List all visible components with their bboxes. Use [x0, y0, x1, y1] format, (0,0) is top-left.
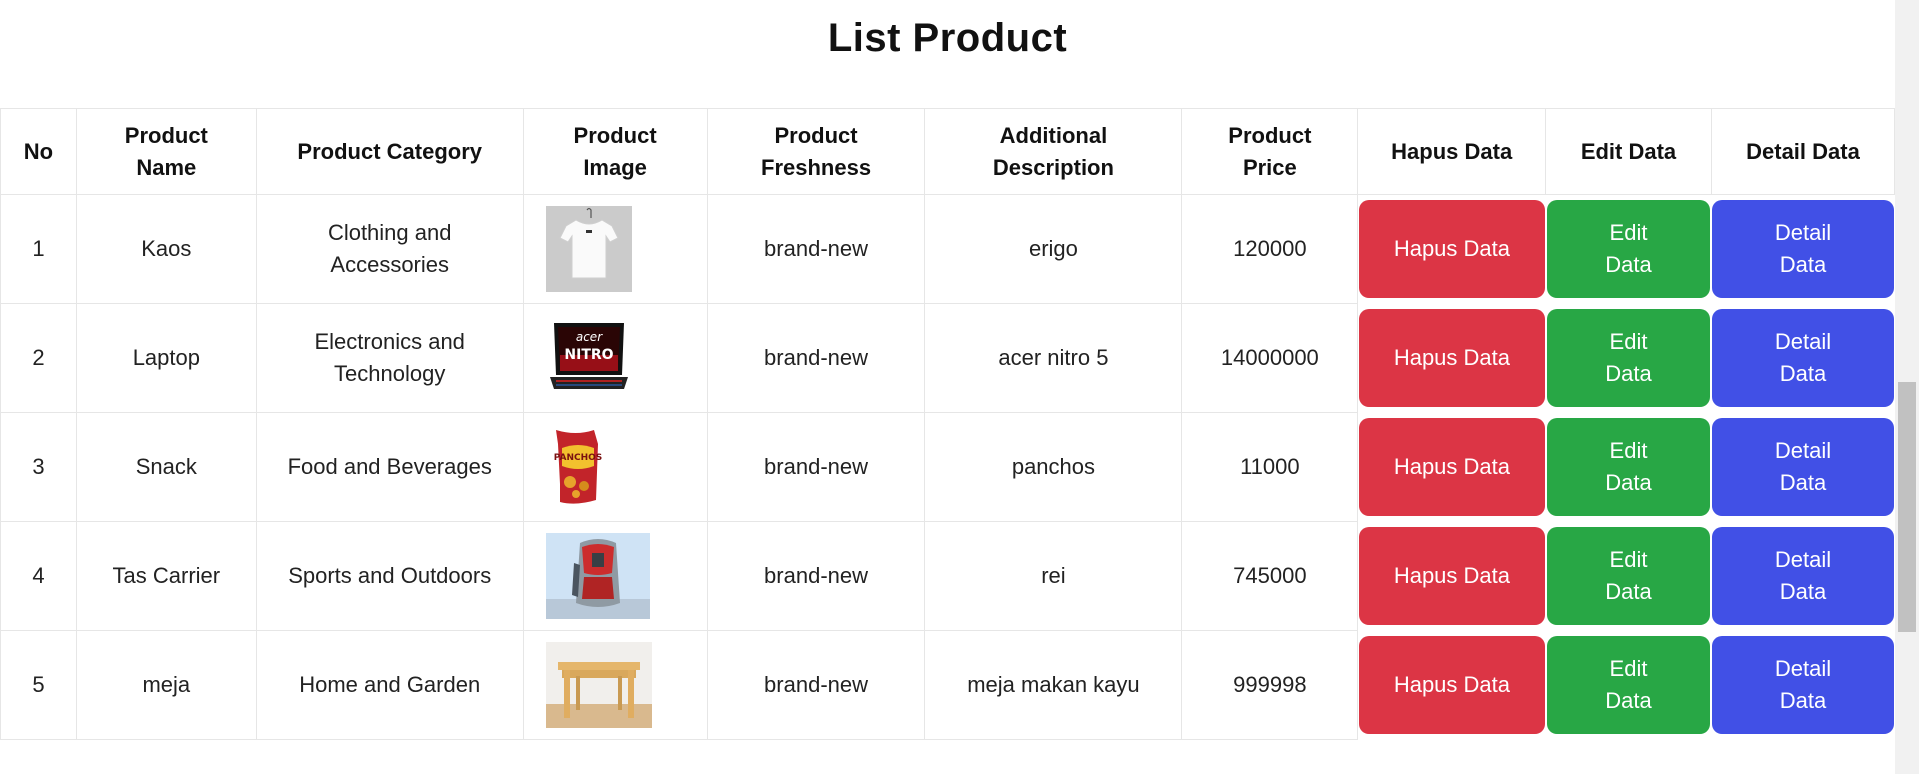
cell-product-category: Sports and Outdoors [255, 521, 524, 631]
col-header-product-category: Product Category [255, 108, 524, 195]
acer-nitro-laptop-image: acer NITRO [545, 315, 632, 401]
svg-text:acer: acer [576, 330, 603, 344]
col-header-additional-description: Additional Description [924, 108, 1183, 195]
cell-product-price: 14000000 [1181, 303, 1359, 413]
backpack-image [545, 533, 650, 619]
cell-product-name: Tas Carrier [75, 521, 257, 631]
detail-data-button[interactable]: Detail Data [1712, 200, 1894, 299]
scrollbar-thumb[interactable] [1898, 382, 1916, 632]
cell-product-category: Food and Beverages [255, 412, 524, 522]
cell-additional-description: acer nitro 5 [924, 303, 1183, 413]
cell-product-category: Home and Garden [255, 630, 524, 740]
cell-additional-description: meja makan kayu [924, 630, 1183, 740]
cell-product-image [522, 521, 708, 631]
edit-data-button[interactable]: Edit Data [1546, 527, 1711, 625]
cell-no: 4 [0, 521, 77, 631]
cell-no: 1 [0, 194, 77, 304]
cell-hapus: Hapus Data [1358, 195, 1546, 304]
col-header-product-price: Product Price [1181, 108, 1359, 195]
detail-data-button[interactable]: Detail Data [1712, 309, 1894, 407]
page-title: List Product [827, 16, 1068, 60]
svg-text:PANCHOS: PANCHOS [553, 453, 602, 463]
wooden-table-image [545, 642, 652, 728]
cell-product-image: acer NITRO [522, 303, 708, 413]
hapus-data-button[interactable]: Hapus Data [1359, 636, 1545, 734]
cell-hapus: Hapus Data [1358, 304, 1546, 413]
cell-product-name: Kaos [75, 194, 257, 304]
cell-product-freshness: brand-new [706, 521, 926, 631]
cell-no: 3 [0, 412, 77, 522]
cell-product-name: meja [75, 630, 257, 740]
cell-edit: Edit Data [1546, 631, 1712, 740]
cell-product-freshness: brand-new [706, 412, 926, 522]
cell-additional-description: erigo [924, 194, 1183, 304]
cell-product-image [522, 630, 708, 740]
cell-no: 2 [0, 303, 77, 413]
cell-product-price: 11000 [1181, 412, 1359, 522]
table-row: 5 meja Home and Garden brand-new meja ma… [0, 630, 1895, 740]
cell-product-freshness: brand-new [706, 194, 926, 304]
cell-detail: Detail Data [1711, 522, 1894, 631]
product-table: No Product Name Product Category Product… [0, 108, 1896, 740]
cell-hapus: Hapus Data [1358, 413, 1546, 522]
edit-data-button[interactable]: Edit Data [1546, 200, 1711, 299]
hapus-data-button[interactable]: Hapus Data [1359, 200, 1545, 299]
cell-detail: Detail Data [1711, 304, 1894, 413]
cell-product-freshness: brand-new [706, 303, 926, 413]
detail-data-button[interactable]: Detail Data [1712, 418, 1894, 516]
col-header-no: No [0, 108, 77, 195]
col-header-product-image: Product Image [522, 108, 708, 195]
cell-product-name: Laptop [75, 303, 257, 413]
white-tshirt-image [545, 206, 632, 292]
hapus-data-button[interactable]: Hapus Data [1359, 309, 1545, 407]
hapus-data-button[interactable]: Hapus Data [1359, 418, 1545, 516]
cell-additional-description: rei [924, 521, 1183, 631]
hapus-data-button[interactable]: Hapus Data [1359, 527, 1545, 625]
detail-data-button[interactable]: Detail Data [1712, 527, 1894, 625]
cell-product-price: 745000 [1181, 521, 1359, 631]
table-row: 1 Kaos Clothing and Accessories brand-ne… [0, 194, 1895, 304]
edit-data-button[interactable]: Edit Data [1546, 636, 1711, 734]
cell-product-category: Electronics and Technology [255, 303, 524, 413]
page: List Product No Product Name Product Cat… [0, 0, 1896, 774]
cell-detail: Detail Data [1711, 413, 1894, 522]
vertical-scrollbar[interactable] [1895, 0, 1919, 774]
edit-data-button[interactable]: Edit Data [1546, 418, 1711, 516]
cell-product-category: Clothing and Accessories [255, 194, 524, 304]
table-header-row: No Product Name Product Category Product… [0, 108, 1896, 195]
cell-additional-description: panchos [924, 412, 1183, 522]
cell-product-name: Snack [75, 412, 257, 522]
col-header-product-name: Product Name [75, 108, 257, 195]
col-header-edit-data: Edit Data [1545, 108, 1712, 195]
col-header-hapus-data: Hapus Data [1357, 108, 1547, 195]
col-header-product-freshness: Product Freshness [706, 108, 926, 195]
cell-product-freshness: brand-new [706, 630, 926, 740]
cell-edit: Edit Data [1546, 304, 1712, 413]
cell-no: 5 [0, 630, 77, 740]
svg-text:NITRO: NITRO [564, 347, 613, 363]
cell-product-image [522, 194, 708, 304]
cell-detail: Detail Data [1711, 631, 1894, 740]
cell-edit: Edit Data [1546, 413, 1712, 522]
cell-hapus: Hapus Data [1358, 631, 1546, 740]
cell-product-price: 999998 [1181, 630, 1359, 740]
col-header-detail-data: Detail Data [1710, 108, 1896, 195]
cell-detail: Detail Data [1711, 195, 1894, 304]
detail-data-button[interactable]: Detail Data [1712, 636, 1894, 734]
cell-product-image: PANCHOS [522, 412, 708, 522]
cell-edit: Edit Data [1546, 195, 1712, 304]
cell-hapus: Hapus Data [1358, 522, 1546, 631]
cell-product-price: 120000 [1181, 194, 1359, 304]
cell-edit: Edit Data [1546, 522, 1712, 631]
table-row: 4 Tas Carrier Sports and Outdoors brand-… [0, 521, 1895, 631]
table-row: 3 Snack Food and Beverages PANCHOS brand… [0, 412, 1895, 522]
table-row: 2 Laptop Electronics and Technology acer… [0, 303, 1895, 413]
edit-data-button[interactable]: Edit Data [1546, 309, 1711, 407]
chips-bag-image: PANCHOS [545, 424, 632, 510]
